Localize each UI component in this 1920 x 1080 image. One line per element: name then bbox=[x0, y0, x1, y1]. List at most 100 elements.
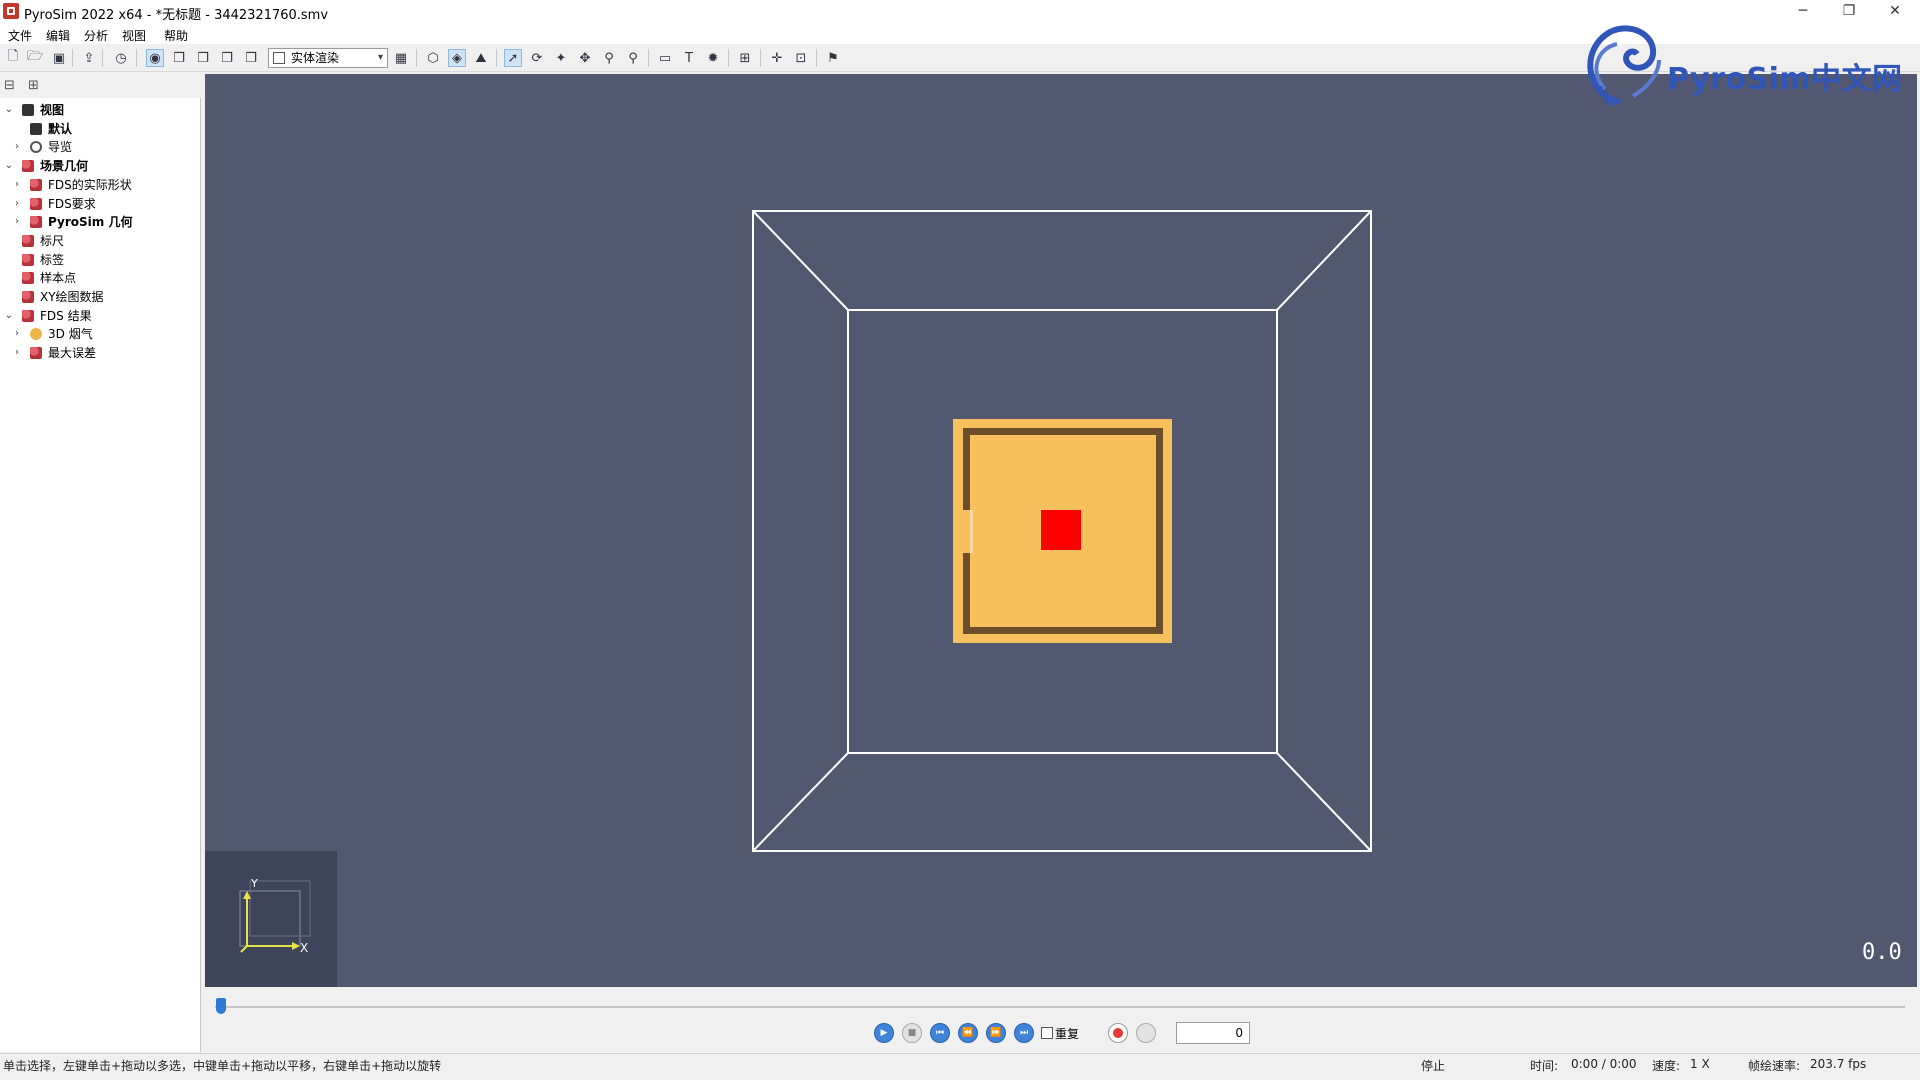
tree-item-label: FDS的实际形状 bbox=[48, 177, 132, 192]
3d-viewport[interactable]: 0.0 bbox=[205, 74, 1917, 987]
timeline-track[interactable] bbox=[215, 1006, 1905, 1008]
rewind-button[interactable]: ⏪ bbox=[958, 1023, 978, 1043]
time-overlay: 0.0 bbox=[1862, 940, 1902, 965]
wall-east[interactable] bbox=[1156, 428, 1163, 634]
record-stop-button[interactable] bbox=[1136, 1023, 1156, 1043]
crosshair-icon[interactable]: ✛ bbox=[768, 49, 786, 67]
chevron-right-icon[interactable]: › bbox=[12, 138, 22, 156]
wall-west-upper[interactable] bbox=[963, 428, 970, 510]
toolbar-separator bbox=[760, 49, 761, 67]
rotate-icon[interactable]: ⟳ bbox=[528, 49, 546, 67]
axis-gizmo bbox=[239, 880, 311, 953]
ruler-icon[interactable]: ▭ bbox=[656, 49, 674, 67]
save-icon[interactable]: ▣ bbox=[50, 49, 68, 67]
chevron-down-icon[interactable]: ⌄ bbox=[4, 157, 14, 175]
export-icon[interactable]: ⇪ bbox=[80, 49, 98, 67]
chevron-down-icon[interactable]: ⌄ bbox=[4, 101, 14, 119]
time-label: 时间: bbox=[1530, 1059, 1559, 1073]
wireframe-icon[interactable]: ◈ bbox=[448, 49, 466, 67]
door-opening[interactable] bbox=[970, 510, 973, 553]
tree-item-label: 视图 bbox=[40, 103, 65, 117]
zoom-icon[interactable]: ⚲ bbox=[600, 49, 618, 67]
tree-item[interactable]: › FDS的实际形状 bbox=[0, 176, 198, 194]
mesh-icon[interactable]: ⬡ bbox=[424, 49, 442, 67]
chevron-down-icon[interactable]: ⌄ bbox=[4, 307, 14, 325]
select-arrow-icon[interactable]: ➚ bbox=[504, 49, 522, 67]
menu-edit[interactable]: 编辑 bbox=[46, 27, 70, 44]
terrain-icon[interactable]: ⛰ bbox=[472, 49, 490, 67]
fit-icon[interactable]: ⊡ bbox=[792, 49, 810, 67]
menu-analysis[interactable]: 分析 bbox=[84, 27, 108, 44]
copy-icon[interactable]: ❐ bbox=[170, 49, 188, 67]
corner-edge bbox=[1276, 210, 1372, 311]
tree-item[interactable]: ⌄ 视图 bbox=[0, 101, 198, 119]
tree-item[interactable]: ⌄ 场景几何 bbox=[0, 157, 198, 175]
wall-north[interactable] bbox=[963, 428, 1163, 435]
menu-help[interactable]: 帮助 bbox=[164, 27, 188, 44]
tree-item[interactable]: › 3D 烟气 bbox=[0, 325, 198, 343]
measure-icon[interactable]: ⊞ bbox=[736, 49, 754, 67]
chevron-right-icon[interactable]: › bbox=[12, 344, 22, 362]
expand-all-button[interactable]: ⊞ bbox=[28, 78, 39, 93]
tree-item[interactable]: › FDS要求 bbox=[0, 195, 198, 213]
logo-text: PyroSim中文网 bbox=[1667, 62, 1903, 97]
chevron-right-icon[interactable]: › bbox=[12, 325, 22, 343]
tree-item[interactable]: › 导览 bbox=[0, 138, 198, 156]
tree-item[interactable]: 标尺 bbox=[0, 232, 198, 250]
menu-file[interactable]: 文件 bbox=[8, 27, 32, 44]
render-mode-select[interactable]: 实体渲染 ▾ bbox=[268, 48, 388, 68]
window-icon[interactable]: ❐ bbox=[218, 49, 236, 67]
settings-icon[interactable]: ✹ bbox=[704, 49, 722, 67]
axis-cube bbox=[239, 890, 301, 947]
new-file-icon[interactable]: 🗋 bbox=[4, 49, 22, 67]
toolbar-separator bbox=[416, 49, 417, 67]
tree-item[interactable]: › 最大误差 bbox=[0, 344, 198, 362]
geometry-icon bbox=[22, 291, 34, 303]
window-icon[interactable]: ❐ bbox=[194, 49, 212, 67]
chevron-right-icon[interactable]: › bbox=[12, 176, 22, 194]
tree-item[interactable]: 默认 bbox=[0, 120, 198, 138]
geometry-icon bbox=[30, 347, 42, 360]
tree-item[interactable]: XY绘图数据 bbox=[0, 288, 198, 306]
timeline-thumb[interactable] bbox=[216, 998, 226, 1014]
x-axis-label: X bbox=[300, 941, 309, 955]
brand-logo: PyroSim中文网 bbox=[1575, 14, 1915, 110]
zoom-box-icon[interactable]: ⚲ bbox=[624, 49, 642, 67]
collapse-all-button[interactable]: ⊟ bbox=[4, 78, 15, 93]
fast-forward-button[interactable]: ⏩ bbox=[986, 1023, 1006, 1043]
app-icon bbox=[3, 3, 19, 19]
toolbar-separator bbox=[728, 49, 729, 67]
wall-south[interactable] bbox=[963, 627, 1163, 634]
open-folder-icon[interactable]: 🗁 bbox=[26, 49, 44, 67]
stop-button[interactable]: ■ bbox=[902, 1023, 922, 1043]
tree-item[interactable]: 标签 bbox=[0, 251, 198, 269]
window-title: PyroSim 2022 x64 - *无标题 - 3442321760.smv bbox=[24, 8, 329, 23]
skip-start-button[interactable]: ⏮ bbox=[930, 1023, 950, 1043]
record-button[interactable] bbox=[1108, 1023, 1128, 1043]
fire-source[interactable] bbox=[1041, 510, 1081, 550]
clock-icon[interactable]: ◷ bbox=[112, 49, 130, 67]
fps-value: 203.7 fps bbox=[1810, 1057, 1867, 1071]
render-icon[interactable]: ◉ bbox=[146, 49, 164, 67]
walk-icon[interactable]: ✦ bbox=[552, 49, 570, 67]
text-icon[interactable]: T bbox=[680, 49, 698, 67]
grid-icon[interactable]: ▦ bbox=[392, 49, 410, 67]
menu-view[interactable]: 视图 bbox=[122, 27, 146, 44]
window-icon[interactable]: ❐ bbox=[242, 49, 260, 67]
flag-icon[interactable]: ⚑ bbox=[824, 49, 842, 67]
pan-icon[interactable]: ✥ bbox=[576, 49, 594, 67]
chevron-right-icon[interactable]: › bbox=[12, 213, 22, 231]
tree-item[interactable]: › PyroSim 几何 bbox=[0, 213, 198, 231]
geometry-icon bbox=[22, 309, 34, 322]
toolbar-separator bbox=[136, 49, 137, 67]
corner-edge bbox=[1276, 752, 1372, 852]
tree-item[interactable]: 样本点 bbox=[0, 269, 198, 287]
skip-end-button[interactable]: ⏭ bbox=[1014, 1023, 1034, 1043]
chevron-right-icon[interactable]: › bbox=[12, 195, 22, 213]
frame-input[interactable]: 0 bbox=[1176, 1022, 1250, 1044]
play-button[interactable]: ▶ bbox=[874, 1023, 894, 1043]
speed-label: 速度: bbox=[1652, 1059, 1681, 1073]
repeat-checkbox[interactable] bbox=[1041, 1027, 1053, 1039]
tree-item[interactable]: ⌄ FDS 结果 bbox=[0, 307, 198, 325]
wall-west-lower[interactable] bbox=[963, 553, 970, 634]
